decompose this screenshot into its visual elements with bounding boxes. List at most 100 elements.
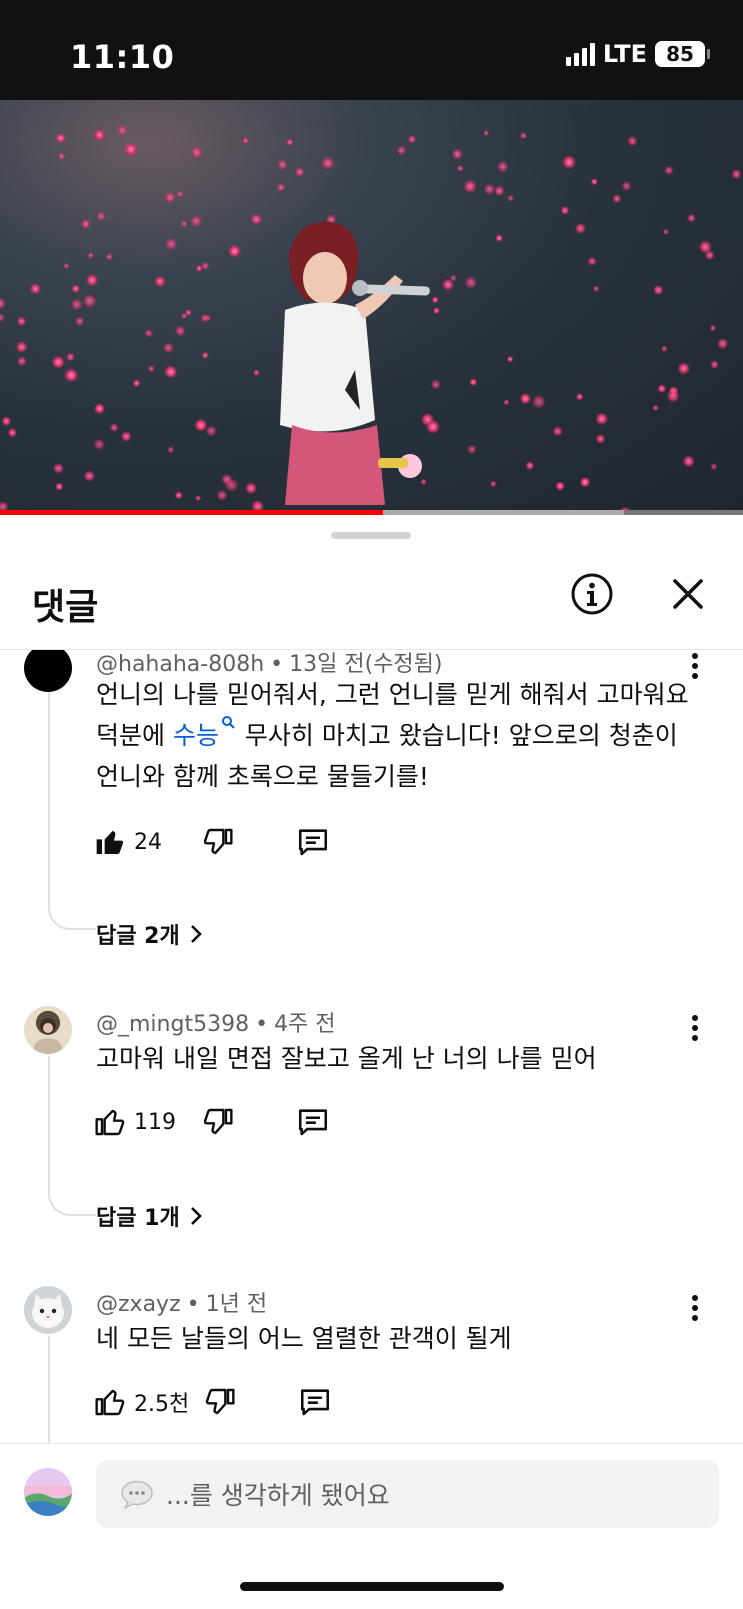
crowd-light (250, 213, 263, 226)
crowd-light (595, 412, 609, 426)
search-link[interactable]: 수능 (172, 716, 237, 750)
crowd-light (181, 220, 188, 227)
crowd-light (463, 179, 477, 193)
comment-time: 4주 전 (274, 1012, 336, 1037)
crowd-light (55, 133, 66, 144)
crowd-light (590, 178, 598, 186)
chevron-right-icon (190, 1207, 202, 1225)
comment-list[interactable]: @hahaha-808h • 13일 전(수정됨) 언니의 나를 믿어줘서, 그런 … (0, 650, 743, 1560)
search-link-label: 수능 (172, 721, 219, 750)
thread-line (48, 692, 96, 930)
crowd-light (661, 345, 668, 353)
comment-time: 1년 전 (205, 1292, 268, 1317)
replies-label: 답글 2개 (96, 924, 180, 949)
crowd-light (595, 433, 606, 444)
crowd-light (664, 165, 674, 175)
crowd-light (575, 222, 586, 234)
comments-title: 댓글 (32, 587, 99, 628)
network-type: LTE (602, 40, 647, 68)
reply-icon (300, 1389, 330, 1416)
view-replies-button[interactable]: 답글 2개 (96, 918, 204, 950)
home-indicator[interactable] (240, 1582, 504, 1591)
comment-input[interactable]: ...를 생각하게 됐어요 (96, 1460, 719, 1528)
like-button[interactable]: 119 (94, 1102, 176, 1142)
crowd-light (495, 234, 503, 242)
crowd-light (200, 261, 210, 271)
crowd-light (175, 325, 186, 337)
crowd-light (63, 262, 70, 270)
crowd-light (552, 426, 563, 437)
reply-button[interactable] (298, 1382, 332, 1422)
crowd-light (15, 341, 28, 353)
sheet-header: 댓글 (0, 548, 743, 648)
status-indicators: LTE 85 (565, 40, 710, 68)
crowd-light (682, 455, 695, 468)
crowd-light (96, 211, 106, 221)
crowd-light (71, 284, 80, 293)
crowd-light (144, 328, 153, 338)
crowd-light (132, 379, 141, 388)
dislike-button[interactable] (202, 1102, 234, 1142)
crowd-light (507, 194, 514, 202)
crowd-light (190, 215, 203, 228)
avatar[interactable] (24, 1468, 72, 1516)
crowd-light (652, 404, 659, 412)
crowd-light (560, 206, 570, 215)
crowd-light (190, 146, 203, 159)
like-count: 119 (134, 1109, 176, 1135)
crowd-light (0, 312, 5, 323)
info-button[interactable] (570, 572, 614, 616)
comment-author[interactable]: @_mingt5398 (96, 1012, 249, 1037)
close-button[interactable] (668, 574, 708, 614)
drag-handle[interactable] (331, 532, 411, 539)
reply-button[interactable] (296, 822, 330, 862)
status-time: 11:10 (70, 38, 175, 76)
crowd-light (83, 470, 95, 482)
signal-icon (565, 42, 595, 66)
crowd-light (666, 389, 680, 403)
dislike-button[interactable] (204, 1382, 236, 1422)
crowd-light (55, 482, 64, 491)
thread-line (48, 1056, 96, 1216)
crowd-light (51, 355, 65, 369)
avatar[interactable] (24, 650, 72, 692)
crowd-light (195, 495, 202, 502)
crowd-light (105, 253, 113, 261)
crowd-light (467, 444, 477, 455)
crowd-light (464, 276, 478, 289)
thumb-up-icon (95, 1109, 125, 1136)
crowd-light (710, 462, 718, 471)
video-frame-image (0, 124, 742, 515)
avatar[interactable] (24, 1286, 72, 1334)
crowd-light (200, 313, 210, 323)
crowd-light (587, 256, 597, 266)
view-replies-button[interactable]: 답글 1개 (96, 1200, 204, 1232)
crowd-light (593, 285, 600, 292)
crowd-light (579, 477, 591, 488)
like-button[interactable]: 2.5천 (94, 1382, 189, 1422)
like-button[interactable]: 24 (94, 822, 162, 862)
crowd-light (562, 155, 576, 170)
comment-author[interactable]: @zxayz (96, 1292, 181, 1317)
crowd-light (93, 438, 106, 451)
crowd-light (525, 461, 535, 471)
crowd-light (662, 228, 670, 235)
crowd-light (483, 183, 496, 195)
crowd-light (575, 393, 584, 401)
crowd-light (627, 136, 638, 147)
comment-actions: 119 (94, 1102, 494, 1142)
crowd-light (709, 325, 717, 332)
reply-button[interactable] (296, 1102, 330, 1142)
video-player[interactable] (0, 100, 743, 515)
dislike-button[interactable] (202, 822, 234, 862)
thumb-up-icon (96, 830, 124, 854)
avatar[interactable] (24, 1006, 72, 1054)
crowd-light (430, 379, 441, 390)
crowd-light (253, 369, 260, 377)
crowd-light (57, 152, 66, 160)
crowd-light (612, 194, 622, 204)
crowd-light (494, 185, 505, 196)
video-progress-bar[interactable] (0, 510, 743, 515)
crowd-light (555, 481, 565, 491)
like-count: 2.5천 (134, 1392, 190, 1417)
